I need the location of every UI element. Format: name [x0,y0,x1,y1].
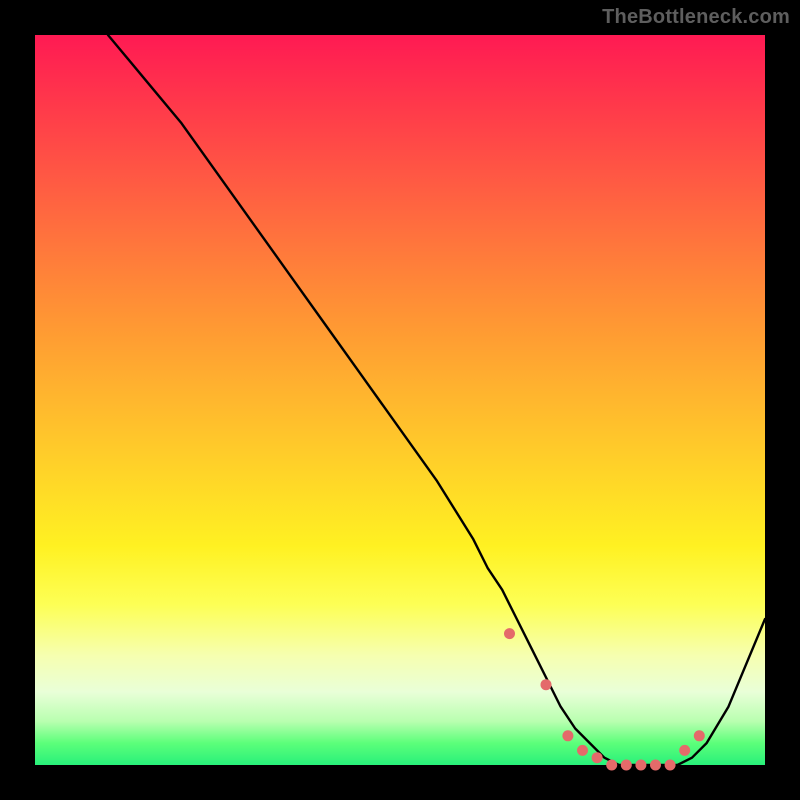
bottleneck-curve [108,35,765,765]
marker-dot [577,745,588,756]
marker-dot [650,760,661,771]
credit-text: TheBottleneck.com [602,6,790,29]
marker-dots [504,628,705,770]
curve-svg [35,35,765,765]
marker-dot [541,679,552,690]
marker-dot [592,752,603,763]
marker-dot [665,760,676,771]
marker-dot [635,760,646,771]
marker-dot [679,745,690,756]
marker-dot [621,760,632,771]
plot-area [35,35,765,765]
chart-frame: TheBottleneck.com [0,0,800,800]
marker-dot [606,760,617,771]
marker-dot [504,628,515,639]
marker-dot [562,730,573,741]
marker-dot [694,730,705,741]
